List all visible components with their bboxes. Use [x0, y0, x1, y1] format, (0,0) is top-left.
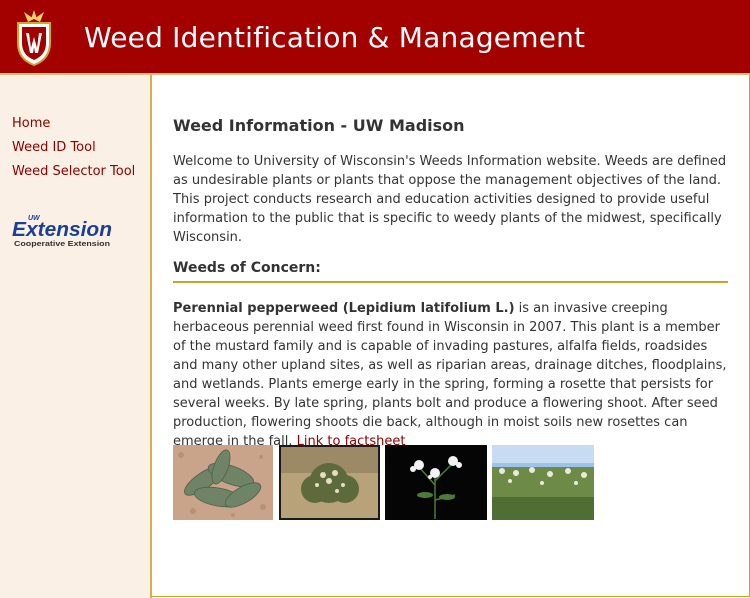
site-header: Weed Identification & Management [0, 0, 750, 75]
site-title: Weed Identification & Management [84, 21, 586, 54]
sidebar-item-weed-id-tool[interactable]: Weed ID Tool [12, 139, 135, 163]
weed-name: Perennial pepperweed (Lepidium latifoliu… [173, 301, 515, 316]
page-title: Weed Information - UW Madison [173, 116, 465, 135]
sidebar-item-weed-selector-tool[interactable]: Weed Selector Tool [12, 163, 135, 187]
weed-description-text: is an invasive creeping herbaceous peren… [173, 301, 727, 449]
weed-photo-flowers[interactable] [385, 445, 487, 520]
uw-crest-logo[interactable] [14, 9, 54, 67]
weed-photo-shrub[interactable] [279, 445, 380, 520]
weed-photo-field[interactable] [492, 445, 594, 520]
sidebar-nav: Home Weed ID Tool Weed Selector Tool [12, 115, 135, 187]
sidebar-item-home[interactable]: Home [12, 115, 135, 139]
sidebar: Home Weed ID Tool Weed Selector Tool UW … [0, 75, 152, 598]
section-heading: Weeds of Concern: [173, 260, 728, 283]
extension-logo-subtitle: Cooperative Extension [14, 239, 110, 248]
uw-extension-logo[interactable]: UW Extension Cooperative Extension [11, 211, 115, 249]
extension-logo-text: Extension [12, 219, 112, 241]
weed-description: Perennial pepperweed (Lepidium latifoliu… [173, 299, 728, 451]
main-content: Weed Information - UW Madison Welcome to… [173, 116, 728, 451]
intro-paragraph: Welcome to University of Wisconsin's Wee… [173, 154, 727, 245]
weed-photo-rosette[interactable] [173, 445, 273, 520]
